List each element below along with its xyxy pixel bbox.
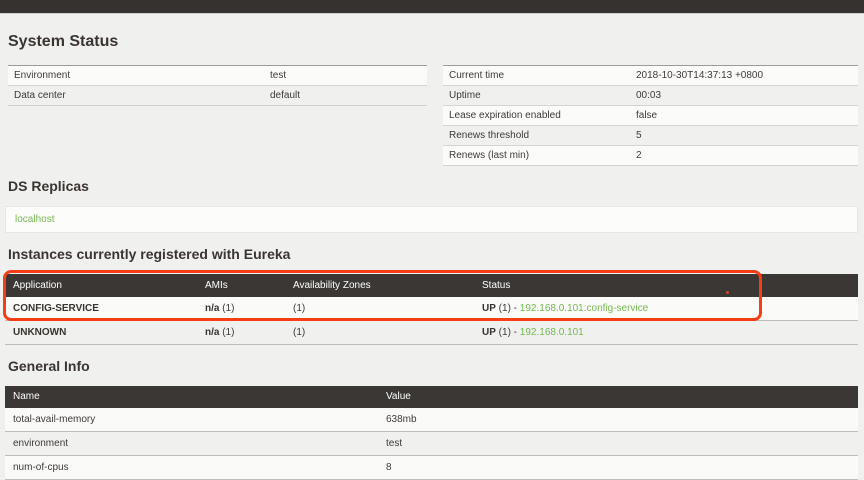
status-value: 2018-10-30T14:37:13 +0800: [636, 69, 764, 81]
info-name: num-of-cpus: [13, 461, 69, 473]
instance-link[interactable]: 192.168.0.101: [520, 327, 584, 338]
instances-section: Application AMIs Availability Zones Stat…: [3, 270, 858, 345]
amis-count: n/a: [205, 327, 220, 339]
system-status-right-table: Current time 2018-10-30T14:37:13 +0800 U…: [443, 64, 858, 166]
status-up: UP: [482, 327, 496, 339]
info-name: environment: [13, 437, 69, 449]
status-label: Renews (last min): [449, 149, 530, 161]
status-separator: (1) -: [495, 303, 520, 315]
table-row: total-avail-memory 638mb: [5, 407, 858, 432]
status-value: 5: [636, 129, 642, 141]
status-value: false: [636, 109, 658, 121]
instances-table: Application AMIs Availability Zones Stat…: [5, 274, 858, 345]
column-header-status: Status: [474, 274, 858, 298]
system-status-heading: System Status: [8, 33, 119, 50]
column-header-name: Name: [5, 385, 378, 408]
status-value: 00:03: [636, 89, 662, 101]
page-content: System Status Environment test Data cent…: [0, 14, 864, 480]
info-name: total-avail-memory: [13, 413, 96, 425]
top-navigation-bar: [0, 0, 864, 14]
column-header-availability-zones: Availability Zones: [285, 274, 474, 298]
instances-header-row: Application AMIs Availability Zones Stat…: [5, 274, 858, 298]
status-label: Current time: [449, 69, 505, 81]
column-header-amis: AMIs: [197, 274, 285, 298]
instances-heading: Instances currently registered with Eure…: [8, 245, 291, 262]
table-row: UNKNOWN n/a (1) (1) UP (1) - 192.168.0.1…: [5, 321, 858, 345]
table-row: Lease expiration enabled false: [443, 105, 858, 126]
status-label: Uptime: [449, 89, 481, 101]
table-row: CONFIG-SERVICE n/a (1) (1) UP (1) - 192.…: [5, 297, 858, 321]
application-name: CONFIG-SERVICE: [13, 303, 99, 315]
ds-replicas-heading: DS Replicas: [8, 177, 89, 194]
instance-link[interactable]: 192.168.0.101:config-service: [520, 303, 648, 314]
table-row: Uptime 00:03: [443, 85, 858, 105]
system-status-left-table: Environment test Data center default: [8, 64, 427, 106]
ds-replicas-box: localhost: [5, 205, 858, 233]
table-row: environment test: [5, 431, 858, 456]
status-separator: (1) -: [495, 327, 520, 339]
column-header-value: Value: [378, 385, 858, 408]
table-row: Data center default: [8, 85, 427, 105]
info-value: 8: [386, 461, 392, 473]
amis-detail: (1): [219, 303, 235, 315]
info-value: test: [386, 437, 403, 449]
zones-count: (1): [293, 303, 306, 315]
info-value: 638mb: [386, 413, 417, 425]
table-row: Current time 2018-10-30T14:37:13 +0800: [443, 65, 858, 86]
status-value: test: [270, 69, 287, 81]
status-value: 2: [636, 149, 642, 161]
general-info-heading: General Info: [8, 358, 90, 375]
table-row: num-of-cpus 8: [5, 455, 858, 480]
general-info-header-row: Name Value: [5, 385, 858, 408]
application-name: UNKNOWN: [13, 327, 67, 339]
zones-count: (1): [293, 327, 306, 339]
ds-replica-link-localhost[interactable]: localhost: [15, 214, 54, 225]
table-row: Renews threshold 5: [443, 125, 858, 145]
status-label: Lease expiration enabled: [449, 109, 561, 121]
system-status-section: Environment test Data center default Cur…: [5, 64, 858, 166]
status-value: default: [270, 89, 301, 101]
amis-detail: (1): [219, 327, 235, 339]
status-label: Data center: [14, 89, 66, 101]
table-row: Environment test: [8, 65, 427, 86]
amis-count: n/a: [205, 303, 220, 315]
table-row: Renews (last min) 2: [443, 145, 858, 166]
status-label: Environment: [14, 69, 71, 81]
status-label: Renews threshold: [449, 129, 530, 141]
status-up: UP: [482, 303, 496, 315]
column-header-application: Application: [5, 274, 197, 298]
